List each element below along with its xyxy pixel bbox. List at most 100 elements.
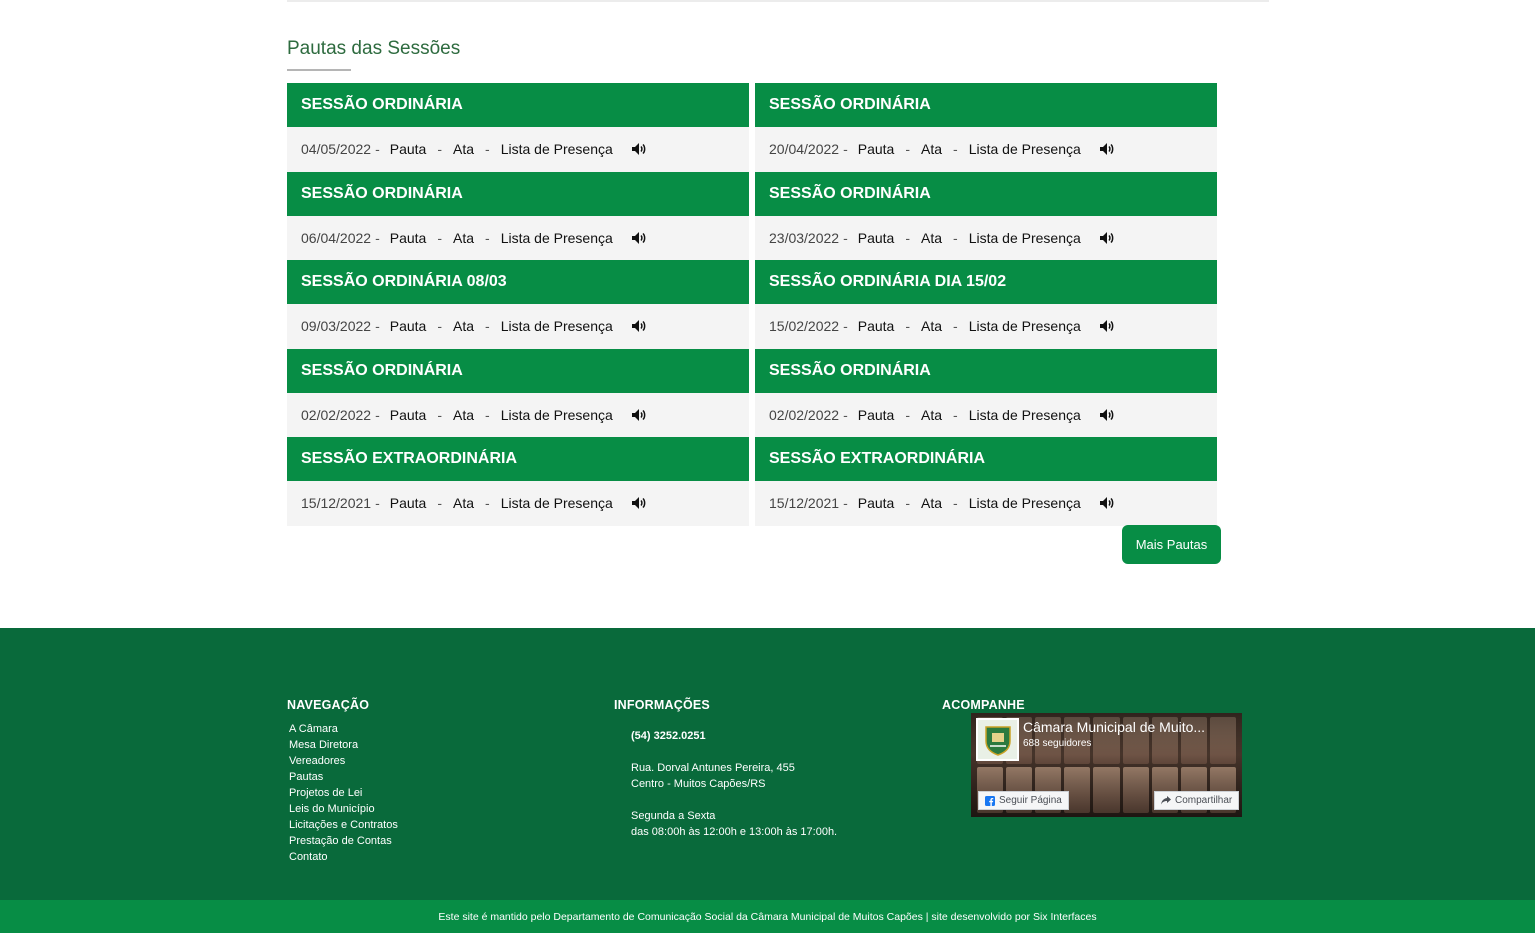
speaker-icon[interactable] [631,408,647,422]
attendance-list-link[interactable]: Lista de Presença [969,141,1081,157]
attendance-list-link[interactable]: Lista de Presença [501,407,613,423]
link-separator: - [905,318,911,335]
date-separator: - [843,318,848,335]
date-separator: - [375,406,380,423]
footer-nav-item[interactable]: Leis do Município [289,801,398,817]
footer-nav-item[interactable]: Licitações e Contratos [289,817,398,833]
speaker-icon[interactable] [1099,231,1115,245]
ata-link[interactable]: Ata [921,230,942,246]
ata-link[interactable]: Ata [453,230,474,246]
footer-nav-item[interactable]: Prestação de Contas [289,833,398,849]
attendance-list-link[interactable]: Lista de Presença [501,141,613,157]
session-card: SESSÃO ORDINÁRIA 23/03/2022 - Pauta - At… [755,171,1217,260]
pauta-link[interactable]: Pauta [858,407,895,423]
attendance-list-link[interactable]: Lista de Presença [501,230,613,246]
pauta-link[interactable]: Pauta [390,495,427,511]
footer-nav-item[interactable]: Projetos de Lei [289,785,398,801]
speaker-icon[interactable] [631,496,647,510]
session-date: 15/02/2022 [769,318,840,335]
hours-line-2: das 08:00h às 12:00h e 13:00h às 17:00h. [631,826,838,838]
ata-link[interactable]: Ata [921,318,942,334]
session-title[interactable]: SESSÃO ORDINÁRIA [287,171,749,216]
speaker-icon[interactable] [1099,496,1115,510]
attendance-list-link[interactable]: Lista de Presença [969,495,1081,511]
link-separator: - [953,318,958,335]
attendance-list-link[interactable]: Lista de Presença [969,407,1081,423]
attendance-list-link[interactable]: Lista de Presença [969,318,1081,334]
pauta-link[interactable]: Pauta [390,141,427,157]
share-icon [1161,796,1171,805]
ata-link[interactable]: Ata [453,495,474,511]
ata-link[interactable]: Ata [921,141,942,157]
speaker-icon[interactable] [631,142,647,156]
footer-nav: A Câmara Mesa Diretora Vereadores Pautas Pro… [289,721,398,865]
fb-follow-button[interactable]: Seguir Página [978,791,1069,810]
link-separator: - [437,229,443,246]
footer-nav-item[interactable]: Contato [289,849,398,865]
speaker-icon[interactable] [1099,142,1115,156]
session-card: SESSÃO ORDINÁRIA DIA 15/02 15/02/2022 - … [755,260,1217,349]
session-title[interactable]: SESSÃO ORDINÁRIA [755,83,1217,127]
credits-bar: Este site é mantido pelo Departamento de… [0,900,1535,933]
session-title[interactable]: SESSÃO ORDINÁRIA [287,348,749,393]
session-links: 09/03/2022 - Pauta - Ata - Lista de Pres… [287,304,749,349]
more-agendas-button[interactable]: Mais Pautas [1122,525,1221,564]
pauta-link[interactable]: Pauta [390,407,427,423]
pauta-link[interactable]: Pauta [858,495,895,511]
ata-link[interactable]: Ata [453,318,474,334]
speaker-icon[interactable] [631,319,647,333]
session-title[interactable]: SESSÃO EXTRAORDINÁRIA [287,437,749,481]
pauta-link[interactable]: Pauta [858,230,895,246]
pauta-link[interactable]: Pauta [858,318,895,334]
nav-title: NAVEGAÇÃO [287,698,370,712]
footer-nav-item[interactable]: Mesa Diretora [289,737,398,753]
facebook-icon [985,795,995,806]
date-separator: - [843,229,848,246]
attendance-list-link[interactable]: Lista de Presença [501,318,613,334]
footer-nav-item[interactable]: A Câmara [289,721,398,737]
speaker-icon[interactable] [1099,319,1115,333]
session-title[interactable]: SESSÃO ORDINÁRIA [755,171,1217,216]
session-date: 02/02/2022 [301,406,372,423]
session-row: SESSÃO ORDINÁRIA 08/03 09/03/2022 - Paut… [287,260,1217,349]
pauta-link[interactable]: Pauta [390,318,427,334]
session-links: 04/05/2022 - Pauta - Ata - Lista de Pres… [287,127,749,172]
speaker-icon[interactable] [1099,408,1115,422]
link-separator: - [437,318,443,335]
session-title[interactable]: SESSÃO ORDINÁRIA DIA 15/02 [755,260,1217,304]
session-date: 04/05/2022 [301,141,372,158]
session-card: SESSÃO ORDINÁRIA 20/04/2022 - Pauta - At… [755,83,1217,172]
session-date: 09/03/2022 [301,318,372,335]
footer-nav-item[interactable]: Pautas [289,769,398,785]
footer-nav-item[interactable]: Vereadores [289,753,398,769]
session-card: SESSÃO ORDINÁRIA 06/04/2022 - Pauta - At… [287,171,749,260]
pauta-link[interactable]: Pauta [390,230,427,246]
ata-link[interactable]: Ata [921,495,942,511]
facebook-page-widget[interactable]: Câmara Municipal de Muito... 688 seguido… [971,713,1242,817]
attendance-list-link[interactable]: Lista de Presença [501,495,613,511]
session-title[interactable]: SESSÃO EXTRAORDINÁRIA [755,437,1217,481]
speaker-icon[interactable] [631,231,647,245]
phone-number: (54) 3252.0251 [631,730,706,742]
fb-followers: 688 seguidores [1023,738,1092,749]
session-date: 15/12/2021 [301,495,372,512]
link-separator: - [485,318,490,335]
session-card: SESSÃO EXTRAORDINÁRIA 15/12/2021 - Pauta… [755,437,1217,526]
fb-page-logo[interactable] [976,718,1019,761]
ata-link[interactable]: Ata [453,141,474,157]
link-separator: - [953,495,958,512]
ata-link[interactable]: Ata [453,407,474,423]
session-title[interactable]: SESSÃO ORDINÁRIA [755,348,1217,393]
session-links: 15/12/2021 - Pauta - Ata - Lista de Pres… [287,481,749,526]
fb-share-button[interactable]: Compartilhar [1154,791,1240,810]
link-separator: - [437,495,443,512]
fb-page-name[interactable]: Câmara Municipal de Muito... [1023,719,1205,735]
follow-title: ACOMPANHE [942,698,1025,712]
pauta-link[interactable]: Pauta [858,141,895,157]
ata-link[interactable]: Ata [921,407,942,423]
attendance-list-link[interactable]: Lista de Presença [969,230,1081,246]
session-title[interactable]: SESSÃO ORDINÁRIA [287,83,749,127]
link-separator: - [905,141,911,158]
session-title[interactable]: SESSÃO ORDINÁRIA 08/03 [287,260,749,304]
session-links: 15/12/2021 - Pauta - Ata - Lista de Pres… [755,481,1217,526]
